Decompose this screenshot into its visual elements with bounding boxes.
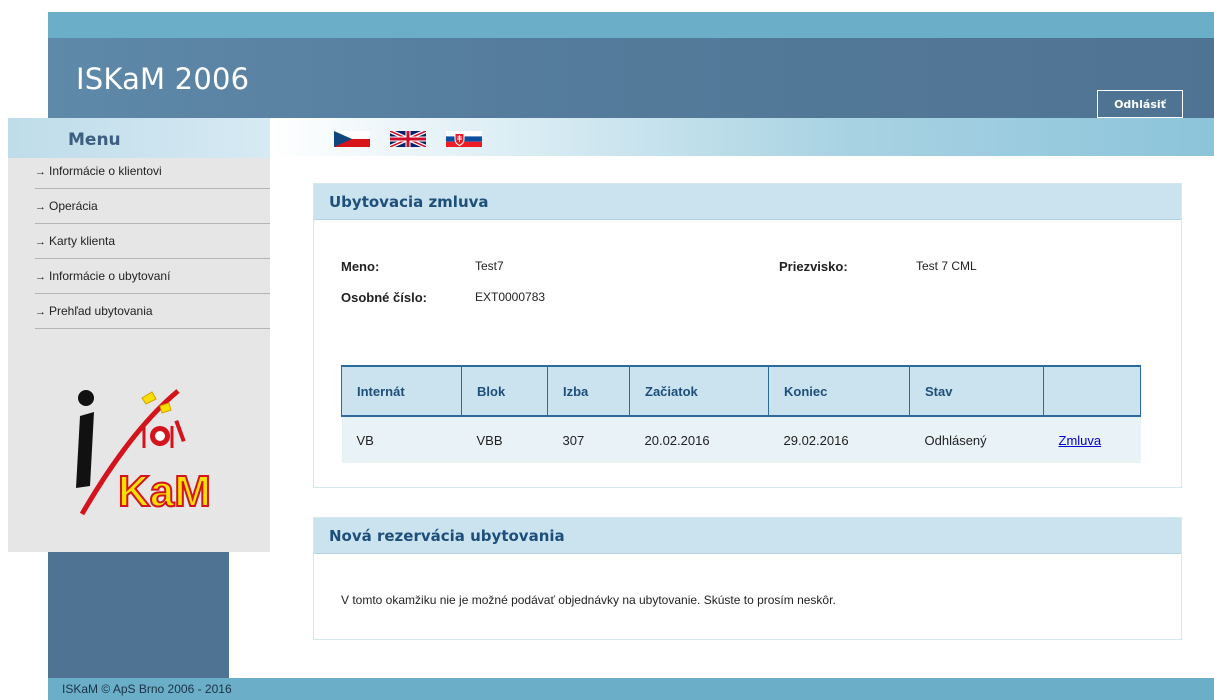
cell-dormitory: VB	[341, 416, 462, 463]
footer-copyright: ISKaM © ApS Brno 2006 - 2016	[62, 682, 232, 696]
sidebar-item-accommodation-overview[interactable]: → Prehľad ubytovania	[35, 294, 270, 329]
column-header-start: Začiatok	[629, 365, 769, 417]
accommodation-table: Internát Blok Izba Začiatok Koniec Stav …	[341, 365, 1141, 463]
column-header-end: Koniec	[768, 365, 910, 417]
column-header-status: Stav	[909, 365, 1044, 417]
table-row: VB VBB 307 20.02.2016 29.02.2016 Odhláse…	[341, 416, 1141, 463]
sidebar-item-accommodation-info[interactable]: → Informácie o ubytovaní	[35, 259, 270, 294]
sidebar-menu: → Informácie o klientovi → Operácia → Karty…	[35, 162, 270, 329]
column-header-dormitory: Internát	[341, 365, 462, 417]
cell-end: 29.02.2016	[768, 416, 910, 463]
new-reservation-title: Nová rezervácia ubytovania	[314, 518, 1181, 554]
column-header-block: Blok	[461, 365, 548, 417]
sidebar-item-client-cards[interactable]: → Karty klienta	[35, 224, 270, 259]
sidebar-item-label: Karty klienta	[49, 234, 116, 248]
contract-panel-title: Ubytovacia zmluva	[314, 184, 1181, 220]
sidebar-item-client-info[interactable]: → Informácie o klientovi	[35, 154, 270, 189]
cell-room: 307	[547, 416, 630, 463]
name-value: Test7	[475, 259, 504, 273]
sidebar-item-label: Informácie o ubytovaní	[49, 269, 171, 283]
menu-title: Menu	[68, 130, 121, 150]
slovak-flag-icon[interactable]	[446, 131, 482, 147]
arrow-right-icon: →	[35, 236, 46, 248]
arrow-right-icon: →	[35, 306, 46, 318]
surname-value: Test 7 CML	[916, 259, 977, 273]
cell-status: Odhlásený	[909, 416, 1044, 463]
sidebar-item-label: Operácia	[49, 199, 98, 213]
logo-text: KaM	[118, 467, 210, 516]
reservation-unavailable-message: V tomto okamžiku nie je možné podávať ob…	[341, 593, 836, 607]
column-header-room: Izba	[547, 365, 630, 417]
cell-actions: Zmluva	[1043, 416, 1141, 463]
sidebar-item-label: Informácie o klientovi	[49, 164, 162, 178]
sidebar-item-label: Prehľad ubytovania	[49, 304, 153, 318]
cell-start: 20.02.2016	[629, 416, 769, 463]
contract-panel: Ubytovacia zmluva Meno: Test7 Priezvisko…	[313, 183, 1182, 488]
czech-flag-icon[interactable]	[334, 131, 370, 147]
sidebar-background	[48, 552, 229, 678]
uk-flag-icon[interactable]	[390, 131, 426, 147]
arrow-right-icon: →	[35, 166, 46, 178]
menu-header	[8, 118, 270, 158]
top-strip	[48, 12, 1214, 38]
contract-link[interactable]: Zmluva	[1059, 433, 1102, 448]
arrow-right-icon: →	[35, 271, 46, 283]
table-header-row: Internát Blok Izba Začiatok Koniec Stav	[341, 365, 1141, 417]
arrow-right-icon: →	[35, 201, 46, 213]
personal-id-label: Osobné číslo:	[341, 290, 427, 305]
logout-button[interactable]: Odhlásiť	[1097, 90, 1183, 118]
personal-id-value: EXT0000783	[475, 290, 546, 304]
column-header-actions	[1043, 365, 1141, 417]
new-reservation-panel: Nová rezervácia ubytovania V tomto okamž…	[313, 517, 1182, 640]
name-label: Meno:	[341, 259, 380, 274]
cell-block: VBB	[461, 416, 548, 463]
surname-label: Priezvisko:	[779, 259, 848, 274]
iskam-logo: KaM	[60, 376, 212, 517]
app-title: ISKaM 2006	[76, 62, 250, 96]
sidebar-item-operation[interactable]: → Operácia	[35, 189, 270, 224]
